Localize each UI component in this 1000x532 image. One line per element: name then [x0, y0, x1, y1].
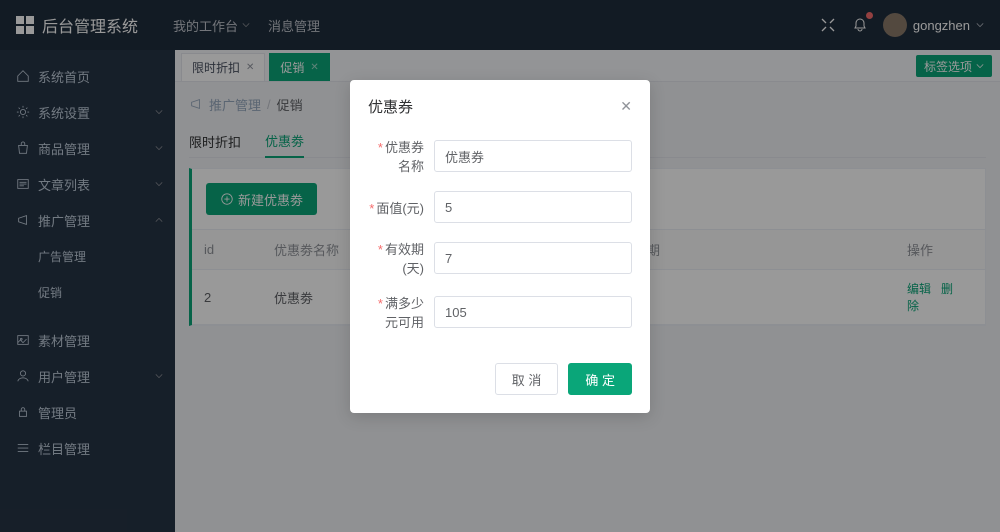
coupon-name-input[interactable] [434, 140, 632, 172]
close-icon[interactable]: ✕ [620, 98, 632, 115]
dialog-header: 优惠券 ✕ [350, 80, 650, 125]
field-face: *面值(元) [368, 191, 632, 223]
dialog-body: *优惠券名称 *面值(元) *有效期(天) *满多少元可用 [350, 125, 650, 353]
coupon-dialog: 优惠券 ✕ *优惠券名称 *面值(元) *有效期(天) *满多少元可用 取 消 … [350, 80, 650, 413]
field-valid: *有效期(天) [368, 239, 632, 277]
cancel-button[interactable]: 取 消 [495, 363, 559, 395]
face-value-input[interactable] [434, 191, 632, 223]
dialog-footer: 取 消 确 定 [350, 353, 650, 413]
field-name: *优惠券名称 [368, 137, 632, 175]
valid-days-input[interactable] [434, 242, 632, 274]
min-amount-input[interactable] [434, 296, 632, 328]
confirm-button[interactable]: 确 定 [568, 363, 632, 395]
dialog-title: 优惠券 [368, 96, 413, 117]
field-min: *满多少元可用 [368, 293, 632, 331]
